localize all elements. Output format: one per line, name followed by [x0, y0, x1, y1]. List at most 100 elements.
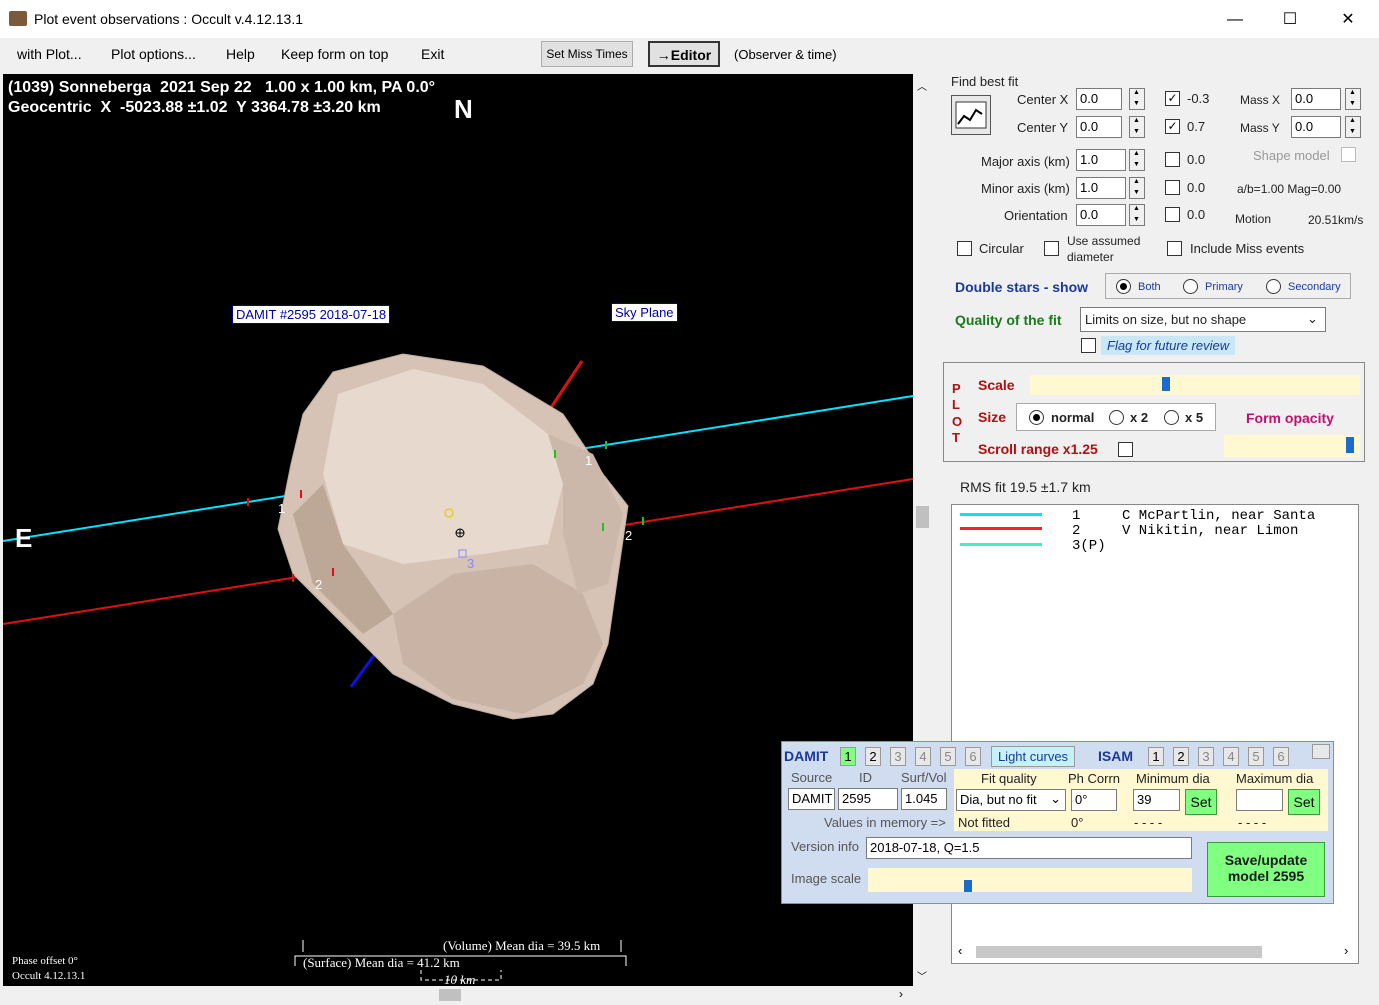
menu-plot-options[interactable]: Plot options... — [111, 46, 196, 62]
size-x5-radio[interactable] — [1164, 410, 1179, 425]
plot-horizontal-scrollbar[interactable]: › — [3, 986, 913, 1004]
image-scale-slider[interactable] — [868, 868, 1192, 892]
scale-slider[interactable] — [1030, 375, 1360, 395]
plot-header-line1: (1039) Sonneberga 2021 Sep 22 1.00 x 1.0… — [8, 79, 436, 96]
include-miss-checkbox[interactable] — [1167, 241, 1182, 256]
isam-tab-4[interactable]: 4 — [1223, 747, 1239, 766]
max-dia-field[interactable] — [1236, 789, 1283, 811]
orientation-input[interactable]: 0.0 — [1076, 204, 1126, 226]
center-y-check-value: 0.7 — [1187, 119, 1206, 134]
mass-x-spin[interactable] — [1345, 88, 1361, 110]
radio-both[interactable] — [1116, 279, 1131, 294]
scale-slider-thumb[interactable] — [1162, 377, 1170, 391]
center-y-input[interactable]: 0.0 — [1076, 116, 1122, 138]
minor-axis-input[interactable]: 1.0 — [1076, 177, 1126, 199]
size-normal-radio[interactable] — [1029, 410, 1044, 425]
find-best-fit-button[interactable] — [951, 95, 991, 135]
center-y-spin[interactable] — [1129, 116, 1145, 138]
isam-tab-3[interactable]: 3 — [1198, 747, 1214, 766]
min-dia-set-button[interactable]: Set — [1185, 789, 1217, 815]
center-x-input[interactable]: 0.0 — [1076, 88, 1122, 110]
damit-tab-1[interactable]: 1 — [840, 747, 856, 766]
menu-exit[interactable]: Exit — [421, 46, 444, 62]
legend-hscroll-thumb[interactable] — [976, 946, 1262, 958]
set-miss-times-button[interactable]: Set Miss Times — [541, 41, 633, 67]
plot-canvas[interactable]: (1039) Sonneberga 2021 Sep 22 1.00 x 1.0… — [3, 74, 913, 986]
scroll-left-icon[interactable]: ‹ — [958, 943, 962, 958]
flag-review-checkbox[interactable] — [1081, 338, 1096, 353]
opacity-slider-thumb[interactable] — [1346, 437, 1354, 453]
fit-quality-dropdown[interactable]: Dia, but no fit ⌄ — [956, 789, 1066, 811]
save-update-model-button[interactable]: Save/update model 2595 — [1207, 842, 1325, 897]
size-x2-radio[interactable] — [1109, 410, 1124, 425]
major-axis-spin[interactable] — [1129, 149, 1145, 171]
max-dia-set-button[interactable]: Set — [1288, 789, 1320, 815]
legend-row-3-num: 3(P) — [1072, 538, 1106, 554]
max-dia-memory: - - - - — [1238, 815, 1267, 830]
max-dia-header: Maximum dia — [1236, 771, 1314, 786]
menu-with-plot[interactable]: with Plot... — [17, 46, 82, 62]
damit-tab-2[interactable]: 2 — [865, 747, 881, 766]
hscroll-thumb[interactable] — [439, 989, 461, 1001]
version-info-field[interactable]: 2018-07-18, Q=1.5 — [866, 837, 1192, 859]
mass-y-spin[interactable] — [1345, 116, 1361, 138]
mass-x-input[interactable]: 0.0 — [1291, 88, 1341, 110]
isam-tab-2[interactable]: 2 — [1173, 747, 1189, 766]
orientation-spin[interactable] — [1129, 204, 1145, 226]
menu-help[interactable]: Help — [226, 46, 255, 62]
ph-corrn-field[interactable]: 0° — [1071, 789, 1117, 811]
scroll-right-icon-legend[interactable]: › — [1344, 943, 1348, 958]
minor-axis-spin[interactable] — [1129, 177, 1145, 199]
quality-dropdown[interactable]: Limits on size, but no shape ⌄ — [1080, 307, 1326, 332]
editor-button[interactable]: →Editor — [648, 41, 720, 67]
minimize-button[interactable]: — — [1212, 8, 1258, 32]
damit-tab-5[interactable]: 5 — [940, 747, 956, 766]
chevron-down-icon: ⌄ — [1307, 311, 1318, 326]
scroll-range-checkbox[interactable] — [1118, 442, 1133, 457]
damit-tab-3[interactable]: 3 — [890, 747, 906, 766]
shape-model-checkbox[interactable] — [1341, 147, 1356, 162]
menu-keep-on-top[interactable]: Keep form on top — [281, 46, 388, 62]
source-field[interactable]: DAMIT — [788, 788, 835, 810]
radio-secondary[interactable] — [1266, 279, 1281, 294]
damit-tab-6[interactable]: 6 — [965, 747, 981, 766]
opacity-slider[interactable] — [1224, 435, 1360, 457]
center-y-checkbox[interactable]: ✓ — [1165, 119, 1180, 134]
maximize-button[interactable]: ☐ — [1267, 8, 1313, 32]
surface-mean-dia: (Surface) Mean dia = 41.2 km — [303, 955, 460, 970]
center-x-checkbox[interactable]: ✓ — [1165, 91, 1180, 106]
size-x2-label: x 2 — [1130, 410, 1149, 425]
isam-tab-6[interactable]: 6 — [1273, 747, 1289, 766]
scroll-up-icon[interactable]: ︿ — [917, 78, 927, 93]
id-field[interactable]: 2595 — [838, 788, 898, 810]
legend-vscrollbar[interactable] — [1366, 504, 1378, 964]
ab-mag: a/b=1.00 Mag=0.00 — [1237, 182, 1342, 196]
surf-vol-field[interactable]: 1.045 — [901, 788, 947, 810]
center-x-spin[interactable] — [1129, 88, 1145, 110]
isam-tab-5[interactable]: 5 — [1248, 747, 1264, 766]
minor-axis-checkbox[interactable] — [1165, 180, 1180, 195]
damit-panel: DAMIT 1 2 3 4 5 6 Light curves ISAM 1 2 … — [781, 741, 1334, 904]
mass-y-input[interactable]: 0.0 — [1291, 116, 1341, 138]
major-axis-checkbox[interactable] — [1165, 152, 1180, 167]
fit-quality-group: Fit quality Ph Corrn Minimum dia Maximum… — [954, 769, 1328, 831]
source-header: Source — [791, 770, 833, 785]
orientation-checkbox[interactable] — [1165, 207, 1180, 222]
legend-hscrollbar[interactable]: ‹ › — [958, 943, 1354, 961]
image-scale-thumb[interactable] — [964, 880, 972, 892]
use-assumed-checkbox[interactable] — [1044, 241, 1059, 256]
damit-close-box[interactable] — [1312, 744, 1330, 759]
damit-tab-4[interactable]: 4 — [915, 747, 931, 766]
radio-primary[interactable] — [1183, 279, 1198, 294]
close-button[interactable]: ✕ — [1325, 8, 1371, 32]
vscroll-thumb[interactable] — [916, 506, 929, 528]
min-dia-field[interactable]: 39 — [1133, 789, 1180, 811]
circular-checkbox[interactable] — [957, 241, 972, 256]
plot-letter-t: T — [952, 430, 960, 445]
scale-km: 10 km — [444, 972, 476, 986]
major-axis-input[interactable]: 1.0 — [1076, 149, 1126, 171]
light-curves-button[interactable]: Light curves — [991, 746, 1075, 767]
isam-tab-1[interactable]: 1 — [1148, 747, 1164, 766]
scroll-down-icon[interactable]: ﹀ — [917, 968, 927, 983]
scroll-right-icon[interactable]: › — [899, 987, 903, 1001]
